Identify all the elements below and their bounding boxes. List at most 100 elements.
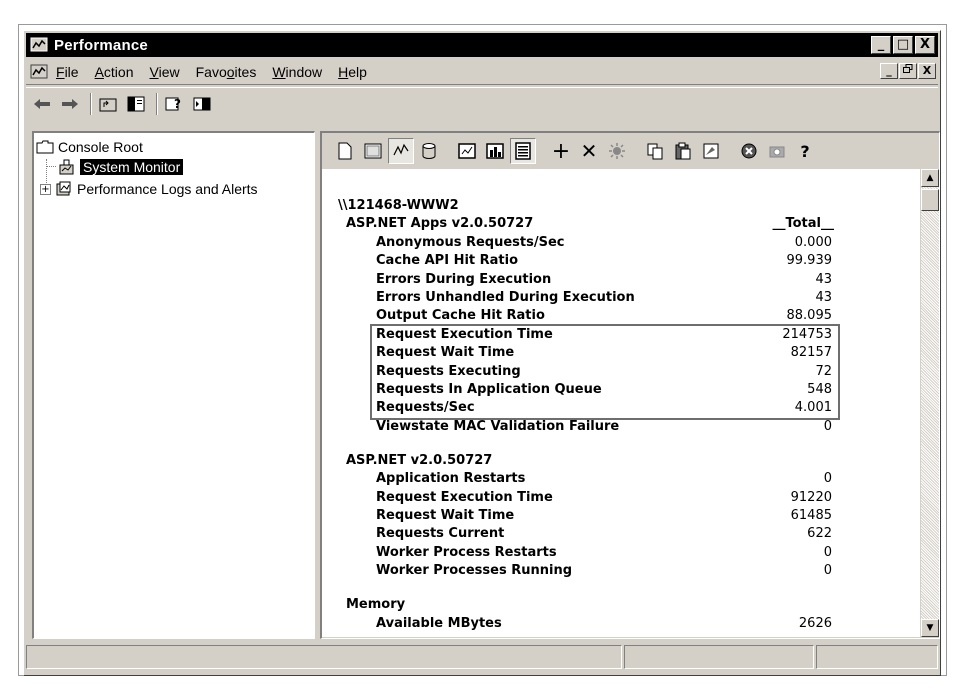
- view-report-icon: [515, 142, 531, 160]
- tree-item-console-root[interactable]: Console Root: [36, 137, 143, 157]
- view-histogram-icon: [486, 143, 504, 159]
- tree-label: Performance Logs and Alerts: [77, 181, 258, 197]
- report-counter-value: 0.000: [794, 234, 832, 250]
- view-log-data-icon: [422, 143, 436, 159]
- report-object-name: ASP.NET Apps v2.0.50727: [346, 216, 534, 232]
- forward-arrow-icon: [62, 98, 78, 109]
- mmc-system-menu-icon[interactable]: [30, 63, 48, 81]
- tree-connector: [46, 166, 56, 167]
- scroll-up-button[interactable]: ▲: [921, 169, 939, 187]
- report-counter-name: Anonymous Requests/Sec: [376, 234, 565, 250]
- mmc-toolbar: ?: [26, 87, 938, 119]
- restore-icon: [903, 64, 913, 73]
- report-counter-name: Worker Process Restarts: [376, 544, 557, 560]
- report-counter-value: 88.095: [786, 308, 833, 324]
- status-cell-3: [816, 645, 938, 669]
- up-one-level-button[interactable]: [96, 93, 120, 115]
- report-counter-name: Errors Unhandled During Execution: [376, 290, 635, 305]
- system-monitor-toolbar: + ✕ ?: [322, 133, 939, 169]
- menu-action[interactable]: Action: [95, 64, 134, 80]
- highlight-button[interactable]: [604, 138, 630, 164]
- report-view: \\121468-WWW2 ASP.NET Apps v2.0.50727 __To…: [322, 169, 920, 637]
- expand-toggle[interactable]: +: [40, 183, 51, 195]
- report-counter-value: 0: [823, 471, 832, 487]
- highlight-box: [370, 323, 840, 420]
- highlight-icon: [609, 143, 625, 159]
- help-topics-button[interactable]: ?: [162, 93, 186, 115]
- menu-favorites[interactable]: Favooites: [196, 64, 257, 80]
- console-tree: Console Root System Monitor + Performanc…: [32, 131, 315, 639]
- report-counter-name: Request Wait Time: [376, 508, 515, 524]
- menu-help[interactable]: Help: [338, 64, 367, 80]
- forward-button[interactable]: [58, 93, 82, 115]
- scroll-thumb[interactable]: [921, 189, 939, 211]
- tree-label: Console Root: [58, 139, 143, 155]
- help-book-icon: ?: [165, 97, 181, 111]
- report-counter-name: Application Restarts: [376, 471, 526, 487]
- new-counter-set-button[interactable]: [332, 138, 358, 164]
- back-button[interactable]: [30, 93, 54, 115]
- report-counter-name: Errors During Execution: [376, 271, 552, 287]
- help-button[interactable]: ?: [792, 138, 818, 164]
- vertical-scrollbar[interactable]: ▲ ▼: [921, 169, 939, 637]
- delete-counter-button[interactable]: ✕: [576, 138, 602, 164]
- view-graph-button[interactable]: [454, 138, 480, 164]
- tree-item-performance-logs[interactable]: + Performance Logs and Alerts: [40, 179, 258, 199]
- scroll-down-button[interactable]: ▼: [921, 619, 939, 637]
- status-bar: [26, 645, 938, 671]
- show-hide-tree-button[interactable]: [124, 93, 148, 115]
- report-counter-name: Output Cache Hit Ratio: [376, 308, 545, 324]
- view-report-button[interactable]: [510, 138, 536, 164]
- menu-file[interactable]: File: [56, 64, 79, 80]
- action-pane-icon: [193, 97, 211, 110]
- view-current-activity-button[interactable]: [388, 138, 414, 164]
- new-counter-set-icon: [338, 142, 352, 160]
- view-graph-icon: [458, 143, 476, 159]
- report-counter-value: 0: [823, 544, 832, 560]
- report-instance-name: __Total__: [772, 216, 834, 232]
- view-histogram-button[interactable]: [482, 138, 508, 164]
- freeze-display-icon: [741, 143, 757, 159]
- menu-view[interactable]: View: [150, 64, 180, 80]
- close-button[interactable]: X: [915, 36, 935, 54]
- back-arrow-icon: [34, 98, 50, 109]
- properties-button[interactable]: [698, 138, 724, 164]
- child-close-button[interactable]: X: [918, 63, 936, 79]
- svg-text:?: ?: [174, 97, 181, 111]
- report-machine-name: \\121468-WWW2: [338, 198, 459, 213]
- paste-counter-list-button[interactable]: [670, 138, 696, 164]
- view-log-data-button[interactable]: [416, 138, 442, 164]
- minimize-button[interactable]: _: [871, 36, 891, 54]
- help-icon: ?: [800, 141, 810, 161]
- maximize-button[interactable]: □: [893, 36, 913, 54]
- update-data-button[interactable]: [764, 138, 790, 164]
- tree-item-system-monitor[interactable]: System Monitor: [58, 157, 184, 177]
- report-object-name: ASP.NET v2.0.50727: [346, 452, 493, 468]
- menu-window[interactable]: Window: [272, 64, 322, 80]
- status-cell-2: [624, 645, 814, 669]
- report-counter-name: Cache API Hit Ratio: [376, 253, 519, 269]
- add-counter-icon: +: [551, 138, 571, 164]
- performance-logs-icon: [56, 181, 71, 196]
- performance-window: Performance _ □ X File Action View Favoo…: [23, 30, 941, 676]
- report-counter-value: 61485: [790, 508, 832, 524]
- system-monitor-pane: + ✕ ? \\121468-WWW2 ASP.NET Apps v2.0.50…: [320, 131, 940, 639]
- report-counter-value: 0: [823, 563, 832, 579]
- copy-properties-button[interactable]: [642, 138, 668, 164]
- add-counter-button[interactable]: +: [548, 138, 574, 164]
- title-bar[interactable]: Performance _ □ X: [26, 33, 938, 57]
- report-counter-value: 622: [807, 526, 832, 542]
- child-restore-button[interactable]: [899, 63, 917, 79]
- folder-icon: [36, 140, 54, 154]
- child-minimize-button[interactable]: _: [880, 63, 898, 79]
- menu-bar: File Action View Favooites Window Help _…: [26, 59, 938, 85]
- report-counter-value: 43: [815, 271, 832, 287]
- clear-display-button[interactable]: [360, 138, 386, 164]
- tree-label: System Monitor: [80, 159, 184, 175]
- show-hide-action-pane-button[interactable]: [190, 93, 214, 115]
- report-counter-name: Available MBytes: [376, 615, 502, 631]
- toolbar-separator: [90, 92, 92, 115]
- report-counter-name: Worker Processes Running: [376, 563, 573, 579]
- freeze-display-button[interactable]: [736, 138, 762, 164]
- report-counter-name: Request Execution Time: [376, 489, 553, 505]
